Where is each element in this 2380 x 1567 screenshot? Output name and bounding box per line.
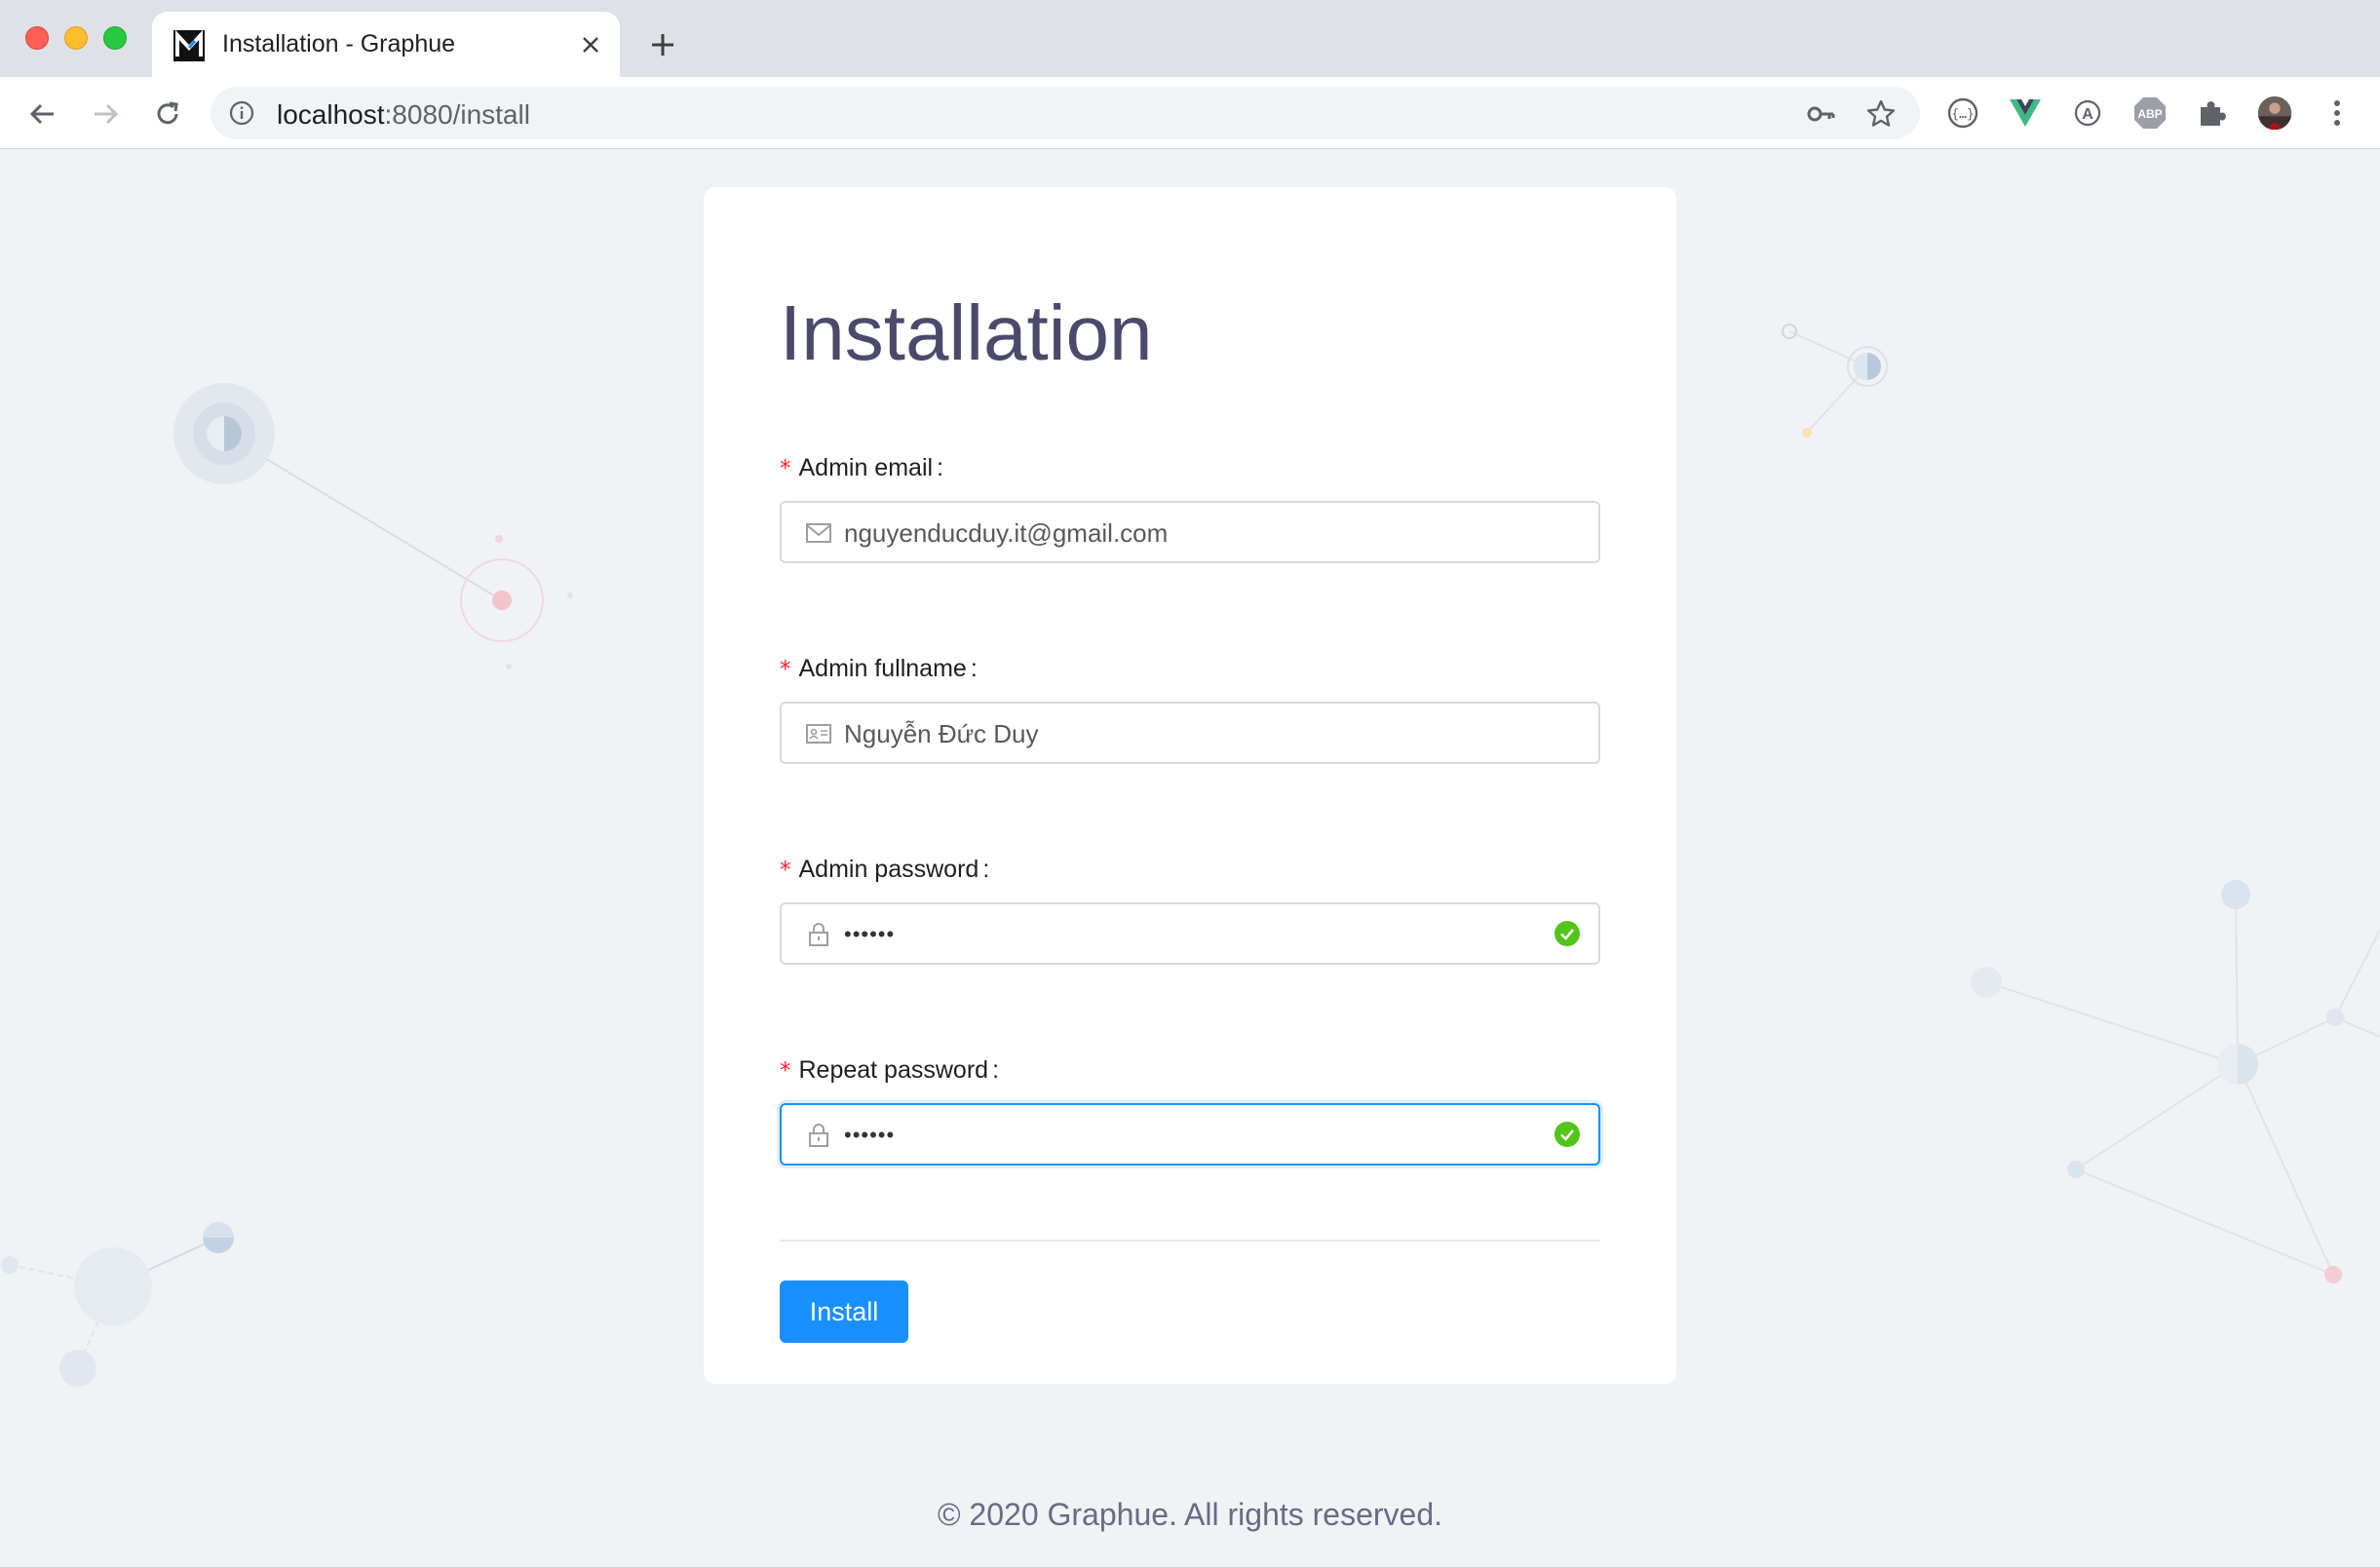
page-content: Installation * Admin email: nguyenducduy.… [0, 150, 2380, 1567]
admin-password-value: •••••• [844, 922, 896, 946]
valid-check-circle-icon [1555, 921, 1580, 946]
vue-devtools-extension-icon[interactable] [2008, 96, 2043, 131]
admin-fullname-label: * Admin fullname: [780, 655, 978, 682]
lock-icon [809, 923, 828, 946]
adblock-plus-extension-icon[interactable]: ABP [2132, 96, 2168, 131]
bookmark-star-icon[interactable] [1865, 98, 1897, 130]
mail-icon [806, 523, 831, 543]
translate-extension-icon[interactable]: A [2070, 96, 2105, 131]
form-divider [780, 1240, 1600, 1242]
admin-email-input[interactable]: nguyenducduy.it@gmail.com [780, 501, 1600, 563]
admin-email-label: * Admin email: [780, 454, 944, 481]
repeat-password-value: •••••• [844, 1123, 896, 1147]
window-close-button[interactable] [25, 26, 49, 50]
site-info-icon[interactable] [228, 99, 255, 127]
required-mark: * [780, 1058, 791, 1084]
window-minimize-button[interactable] [64, 26, 88, 50]
forward-arrow-icon[interactable] [84, 93, 127, 135]
tab-title: Installation - Graphue [222, 30, 456, 57]
id-card-icon [806, 724, 831, 744]
installation-card: Installation * Admin email: nguyenducduy.… [704, 187, 1676, 1384]
admin-fullname-input[interactable]: Nguyễn Đức Duy [780, 702, 1600, 764]
browser-menu-kebab-icon[interactable] [2320, 96, 2355, 131]
required-mark: * [780, 657, 791, 682]
key-icon[interactable] [1805, 98, 1836, 130]
required-mark: * [780, 456, 791, 481]
svg-text:ABP: ABP [2137, 107, 2162, 121]
repeat-password-label: * Repeat password: [780, 1056, 1000, 1084]
address-url: localhost:8080/install [277, 99, 530, 130]
repeat-password-input[interactable]: •••••• [780, 1103, 1600, 1166]
profile-avatar[interactable] [2257, 96, 2292, 131]
browser-tab-strip: Installation - Graphue [0, 0, 2380, 77]
svg-text:A: A [2082, 106, 2093, 123]
browser-toolbar: localhost:8080/install {…} A ABP [0, 77, 2380, 149]
extensions-puzzle-icon[interactable] [2195, 96, 2230, 131]
admin-email-value: nguyenducduy.it@gmail.com [844, 518, 1169, 548]
tab-close-icon[interactable] [575, 29, 606, 60]
back-arrow-icon[interactable] [21, 93, 64, 135]
admin-password-input[interactable]: •••••• [780, 902, 1600, 965]
admin-fullname-value: Nguyễn Đức Duy [844, 719, 1039, 748]
reload-icon[interactable] [146, 93, 189, 135]
valid-check-circle-icon [1555, 1122, 1580, 1147]
footer-copyright: © 2020 Graphue. All rights reserved. [937, 1497, 1443, 1532]
browser-tab-active[interactable]: Installation - Graphue [152, 12, 620, 77]
required-mark: * [780, 858, 791, 883]
new-tab-plus-icon[interactable] [643, 25, 682, 64]
page-title: Installation [780, 289, 1153, 376]
window-zoom-button[interactable] [103, 26, 127, 50]
svg-text:{…}: {…} [1951, 107, 1974, 122]
lock-icon [809, 1124, 828, 1147]
install-button[interactable]: Install [780, 1280, 908, 1343]
admin-password-label: * Admin password: [780, 856, 990, 883]
graphue-favicon-icon [173, 30, 205, 61]
address-bar[interactable]: localhost:8080/install [211, 87, 1920, 139]
json-viewer-extension-icon[interactable]: {…} [1945, 96, 1980, 131]
